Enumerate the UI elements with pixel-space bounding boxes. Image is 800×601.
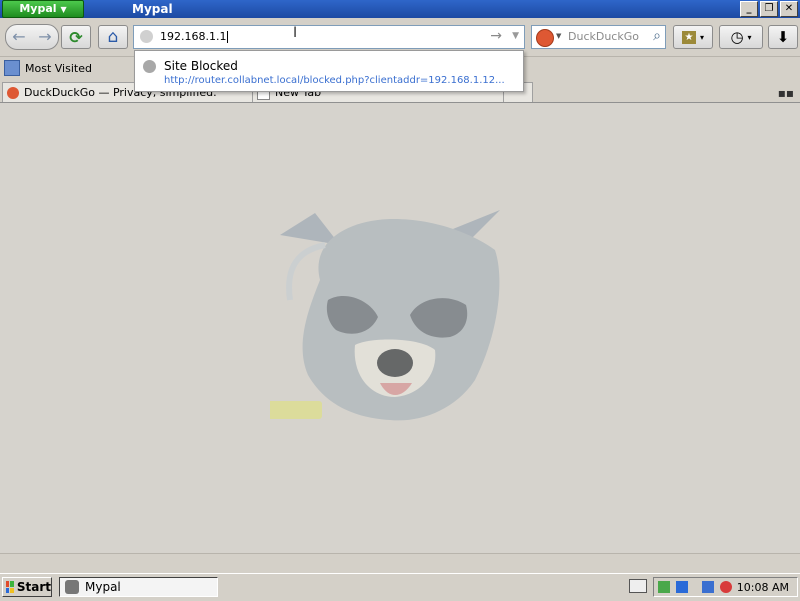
address-bar[interactable]: 192.168.1.1 → ▼	[133, 25, 525, 49]
window-title: Mypal	[132, 2, 173, 16]
back-forward-group: ← →	[5, 24, 59, 50]
history-dropdown-icon[interactable]: ▼	[512, 31, 519, 41]
reload-icon: ⟳	[69, 27, 83, 47]
address-input[interactable]: 192.168.1.1	[160, 30, 229, 43]
history-chevron-icon: ▾	[747, 32, 752, 42]
tab-list-grid-icon[interactable]: ▪▪	[778, 86, 794, 100]
keyboard-icon[interactable]	[629, 579, 647, 593]
windows-flag-icon	[6, 581, 14, 593]
bookmarks-button[interactable]: ★ ▾	[673, 25, 713, 49]
restore-button[interactable]: ❐	[760, 1, 778, 17]
star-icon: ★	[681, 30, 696, 44]
history-button[interactable]: ◷ ▾	[719, 25, 763, 49]
autocomplete-title: Site Blocked	[164, 59, 238, 73]
display-icon[interactable]	[702, 581, 714, 593]
download-icon: ⬇	[776, 28, 790, 46]
text-cursor-icon: I	[293, 25, 298, 41]
search-placeholder: DuckDuckGo	[568, 30, 639, 43]
reload-button[interactable]: ⟳	[61, 25, 91, 49]
clock-icon: ◷	[730, 28, 744, 46]
clock: 10:08 AM	[736, 581, 789, 594]
system-tray: 10:08 AM	[653, 577, 798, 597]
start-button[interactable]: Start	[2, 577, 52, 597]
close-button[interactable]: ✕	[780, 1, 798, 17]
volume-muted-icon[interactable]	[720, 581, 732, 593]
taskbar-item-mypal[interactable]: Mypal	[59, 577, 218, 597]
taskbar-item-label: Mypal	[85, 580, 121, 594]
bookmark-most-visited[interactable]: Most Visited	[4, 60, 92, 76]
app-menu-label: Mypal	[19, 2, 57, 15]
start-label: Start	[16, 580, 51, 594]
bookmarks-chevron-icon: ▾	[699, 32, 704, 42]
status-bar	[0, 553, 800, 574]
home-button[interactable]: ⌂	[98, 25, 128, 49]
text-caret	[227, 31, 229, 43]
network-icon[interactable]	[676, 581, 688, 593]
globe-icon	[143, 60, 156, 73]
duckduckgo-favicon-icon	[7, 86, 19, 99]
download-button[interactable]: ⬇	[768, 25, 798, 49]
engine-chevron-icon: ▼	[556, 32, 562, 40]
address-value: 192.168.1.1	[160, 30, 227, 43]
raccoon-logo	[270, 210, 500, 421]
title-bar: Mypal ▼ Mypal _ ❐ ✕	[0, 0, 800, 18]
globe-icon	[140, 30, 153, 43]
autocomplete-url: http://router.collabnet.local/blocked.ph…	[164, 75, 505, 86]
app-menu-button[interactable]: Mypal ▼	[2, 0, 84, 18]
go-arrow-icon[interactable]: →	[490, 28, 502, 44]
taskbar: Start Mypal 10:08 AM	[0, 573, 800, 601]
search-box[interactable]: ▼ DuckDuckGo ⌕	[531, 25, 666, 49]
bookmark-label: Most Visited	[25, 61, 92, 75]
home-icon: ⌂	[107, 27, 119, 47]
window-controls: _ ❐ ✕	[740, 1, 798, 17]
duckduckgo-engine-icon[interactable]	[536, 29, 554, 47]
search-icon[interactable]: ⌕	[653, 28, 661, 44]
security-icon[interactable]	[658, 581, 670, 593]
chevron-down-icon: ▼	[60, 5, 67, 14]
autocomplete-popup: Site Blocked http://router.collabnet.loc…	[134, 50, 524, 92]
mypal-app-icon	[65, 580, 79, 594]
minimize-button[interactable]: _	[740, 1, 758, 17]
forward-button[interactable]: →	[38, 28, 51, 46]
back-button[interactable]: ←	[12, 28, 25, 46]
bookmark-folder-icon	[4, 60, 20, 76]
